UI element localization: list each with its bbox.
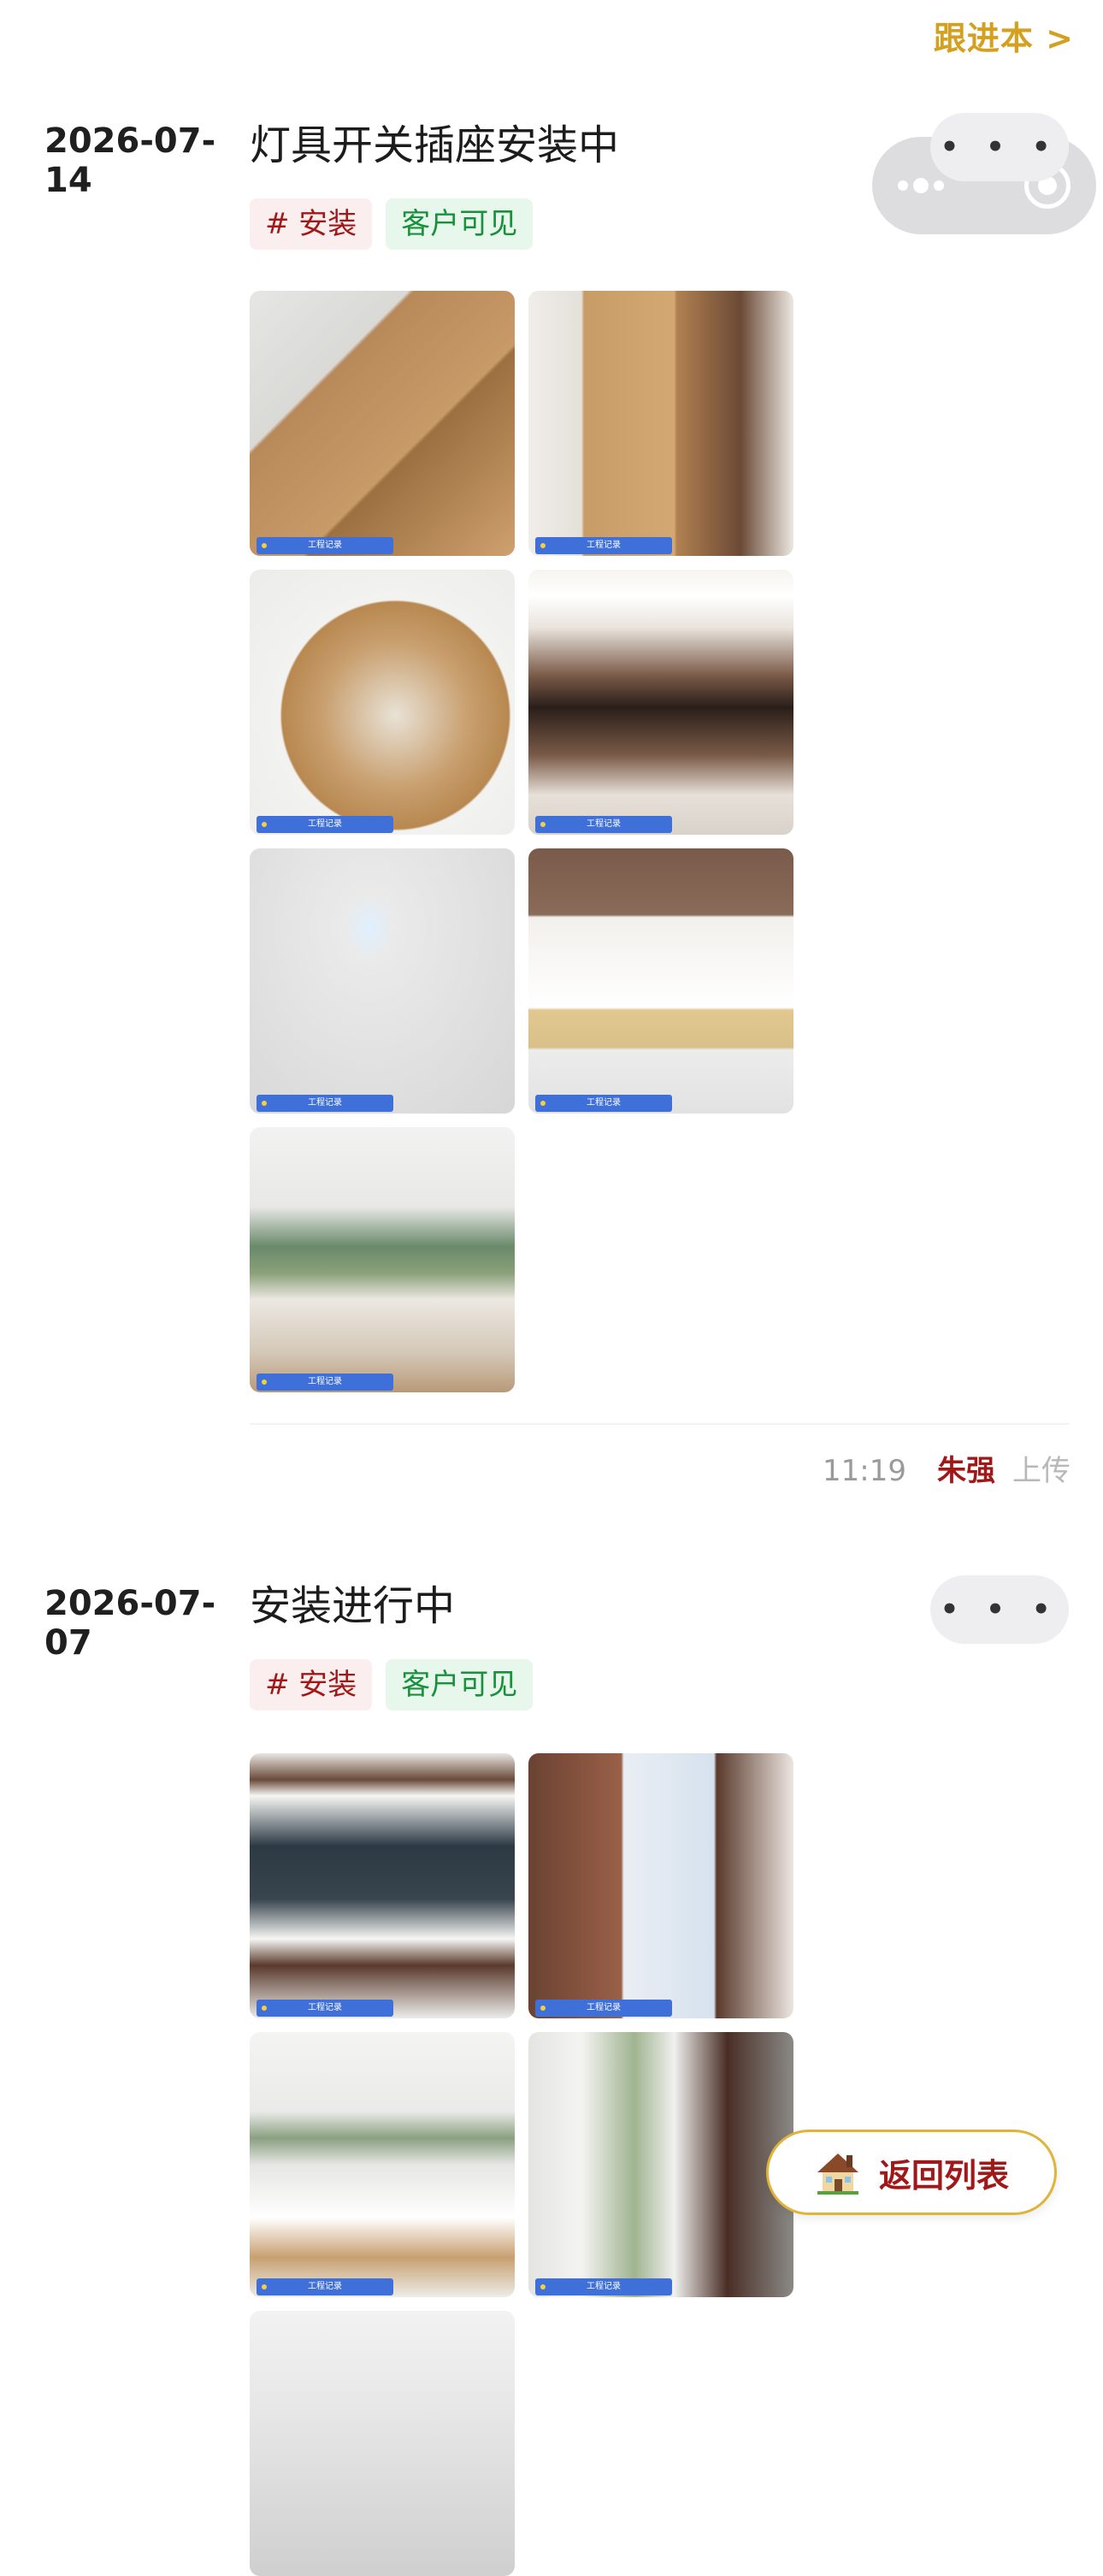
photo-watermark: 工程记录 [535, 2278, 672, 2295]
photo-thumbnail[interactable]: 工程记录 [250, 1753, 515, 2018]
entry-title: 安装进行中 [250, 1582, 456, 1630]
photo-thumbnail[interactable] [250, 2311, 515, 2576]
photo-thumbnail[interactable]: 工程记录 [250, 1127, 515, 1392]
tag-install: # 安装 [250, 198, 373, 250]
photo-grid: 工程记录 工程记录 工程记录 工程记录 [250, 1753, 793, 2576]
entry-title: 灯具开关插座安装中 [250, 121, 620, 169]
upload-action: 上传 [1012, 1454, 1071, 1488]
photo-watermark: 工程记录 [257, 537, 393, 554]
photo-thumbnail[interactable]: 工程记录 [528, 291, 793, 556]
photo-thumbnail[interactable]: 工程记录 [250, 2032, 515, 2297]
upload-meta: 11:19 朱强 上传 [823, 1447, 1071, 1489]
more-button[interactable]: • • • [930, 1575, 1069, 1644]
photo-watermark: 工程记录 [535, 816, 672, 833]
photo-thumbnail[interactable]: 工程记录 [528, 570, 793, 835]
photo-thumbnail[interactable]: 工程记录 [528, 848, 793, 1114]
uploader-name[interactable]: 朱强 [937, 1447, 995, 1489]
photo-thumbnail[interactable]: 工程记录 [250, 848, 515, 1114]
entry-date: 2026-07-14 [44, 121, 216, 200]
photo-watermark: 工程记录 [535, 1095, 672, 1112]
photo-thumbnail[interactable]: 工程记录 [528, 2032, 793, 2297]
return-to-list-button[interactable]: 返回列表 [766, 2130, 1057, 2215]
photo-thumbnail[interactable]: 工程记录 [250, 570, 515, 835]
photo-watermark: 工程记录 [257, 816, 393, 833]
photo-watermark: 工程记录 [535, 2000, 672, 2017]
return-label: 返回列表 [878, 2156, 1009, 2195]
tag-install: # 安装 [250, 1659, 373, 1710]
upload-time: 11:19 [823, 1454, 906, 1488]
photo-watermark: 工程记录 [257, 1095, 393, 1112]
tag-customer-visible: 客户可见 [386, 1659, 534, 1710]
tag-list: # 安装 客户可见 [250, 1659, 534, 1710]
photo-thumbnail[interactable]: 工程记录 [250, 291, 515, 556]
tag-customer-visible: 客户可见 [386, 198, 534, 250]
photo-grid: 工程记录 工程记录 工程记录 工程记录 工程记录 工程记录 工程记录 [250, 291, 793, 1392]
photo-watermark: 工程记录 [257, 1374, 393, 1391]
more-button[interactable]: • • • [930, 113, 1069, 181]
house-icon [814, 2148, 862, 2196]
photo-watermark: 工程记录 [257, 2000, 393, 2017]
divider [250, 1423, 1069, 1425]
tag-list: # 安装 客户可见 [250, 198, 534, 250]
followup-book-link[interactable]: 跟进本 > [934, 12, 1074, 59]
more-dots-icon[interactable] [898, 178, 944, 193]
photo-thumbnail[interactable]: 工程记录 [528, 1753, 793, 2018]
entry-date: 2026-07-07 [44, 1584, 216, 1663]
photo-watermark: 工程记录 [535, 537, 672, 554]
photo-watermark: 工程记录 [257, 2278, 393, 2295]
